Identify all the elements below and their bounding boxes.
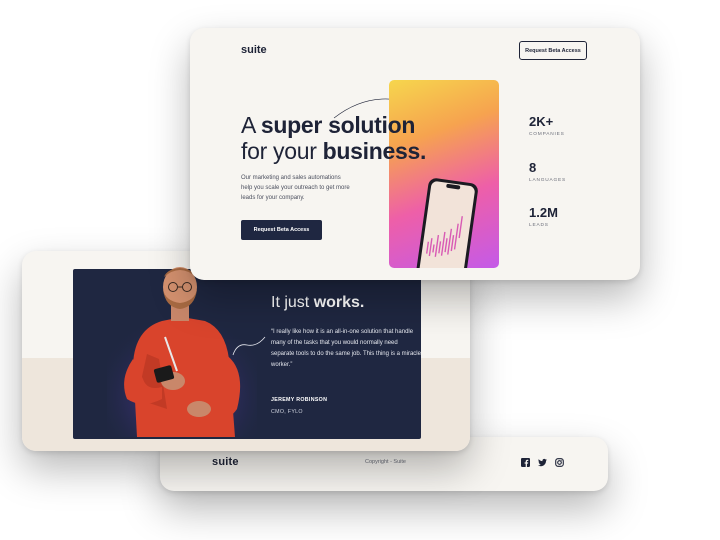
testimonial-preview-card: It just works. “I really like how it is … (22, 251, 470, 451)
footer-copyright: Copyright - Suite (365, 459, 406, 465)
instagram-icon[interactable] (555, 458, 564, 467)
stat-value: 1.2M (529, 205, 558, 220)
header-logo[interactable]: suite (241, 44, 267, 56)
hero-gradient-panel (389, 80, 499, 268)
hero-request-beta-button[interactable]: Request Beta Access (241, 220, 322, 240)
facebook-icon[interactable] (521, 458, 530, 467)
stat-value: 8 (529, 160, 537, 175)
stat-label: LEADS (529, 223, 549, 228)
twitter-icon[interactable] (538, 458, 547, 467)
stat-value: 2K+ (529, 114, 554, 129)
hero-headline: A super solution for your business. (241, 112, 427, 164)
stat-label: LANGUAGES (529, 178, 567, 183)
hero-preview-card: suite Request Beta Access A super soluti… (190, 28, 640, 280)
stat-label: COMPANIES (529, 132, 565, 137)
testimonial-title: It just works. (271, 294, 365, 311)
nav-request-beta-button[interactable]: Request Beta Access (519, 41, 587, 60)
hero-subtext: Our marketing and sales automations help… (241, 175, 350, 201)
footer-logo[interactable]: suite (212, 456, 239, 468)
social-links (521, 458, 564, 467)
testimonial-author-role: CMO, FYLO (271, 409, 303, 415)
testimonial-quote: “I really like how it is an all-in-one s… (271, 329, 421, 368)
testimonial-author-name: JEREMY ROBINSON (271, 397, 328, 403)
decorative-curve (232, 336, 266, 356)
testimonial-panel: It just works. “I really like how it is … (73, 267, 421, 439)
phone-mockup-image (416, 178, 478, 268)
